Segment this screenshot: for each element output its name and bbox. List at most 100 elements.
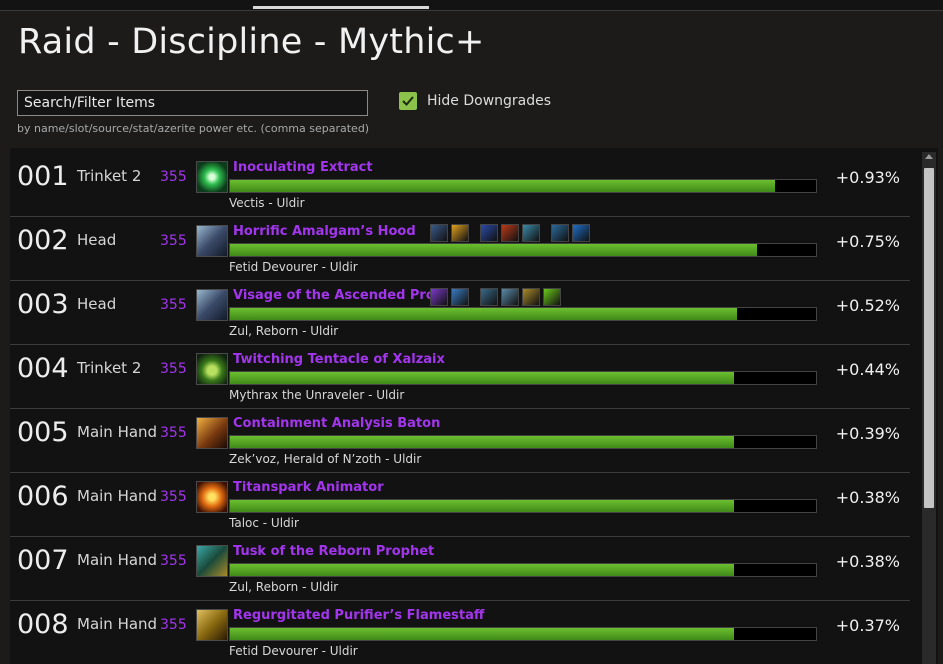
upgrade-bar-fill (230, 308, 737, 320)
scrollbar[interactable] (922, 152, 936, 664)
upgrade-percent: +0.37% (835, 616, 900, 635)
item-row[interactable]: 007 Main Hand 355 Tusk of the Reborn Pro… (10, 536, 910, 601)
item-source: Taloc - Uldir (229, 516, 299, 530)
item-rank: 001 (17, 161, 69, 192)
azerite-trait-icon[interactable] (430, 224, 448, 242)
item-name-link[interactable]: Horrific Amalgam’s Hood (233, 224, 416, 239)
item-rank: 007 (17, 545, 69, 576)
item-row[interactable]: 003 Head 355 Visage of the Ascended Pro…… (10, 280, 910, 345)
item-slot: Head (77, 295, 117, 313)
item-row[interactable]: 004 Trinket 2 355 Twitching Tentacle of … (10, 344, 910, 409)
scrollbar-thumb[interactable] (924, 168, 934, 508)
hide-downgrades-label: Hide Downgrades (427, 93, 552, 109)
hide-downgrades-toggle[interactable]: Hide Downgrades (399, 92, 551, 110)
item-level: 355 (160, 297, 187, 313)
item-slot: Trinket 2 (77, 359, 142, 377)
trinket-icon[interactable] (196, 161, 228, 193)
upgrade-bar (229, 435, 817, 449)
helm-icon[interactable] (196, 289, 228, 321)
upgrade-percent: +0.52% (835, 296, 900, 315)
upgrade-bar (229, 371, 817, 385)
item-name-link[interactable]: Titanspark Animator (233, 480, 384, 495)
item-source: Vectis - Uldir (229, 196, 305, 210)
azerite-trait-icon[interactable] (572, 224, 590, 242)
upgrade-bar (229, 499, 817, 513)
item-source: Zul, Reborn - Uldir (229, 580, 339, 594)
item-rank: 003 (17, 289, 69, 320)
upgrade-bar-fill (230, 436, 734, 448)
item-source: Zek’voz, Herald of N’zoth - Uldir (229, 452, 422, 466)
azerite-trait-icon[interactable] (543, 288, 561, 306)
azerite-trait-icon[interactable] (522, 288, 540, 306)
azerite-traits (430, 288, 564, 306)
item-level: 355 (160, 553, 187, 569)
upgrade-bar-fill (230, 628, 734, 640)
scroll-up-arrow-icon[interactable] (925, 154, 933, 159)
tentacle-icon[interactable] (196, 353, 228, 385)
item-level: 355 (160, 425, 187, 441)
item-slot: Main Hand (77, 487, 158, 505)
upgrade-bar (229, 307, 817, 321)
search-hint: by name/slot/source/stat/azerite power e… (17, 122, 370, 135)
search-box[interactable] (17, 90, 368, 116)
upgrade-bar-fill (230, 372, 734, 384)
item-slot: Head (77, 231, 117, 249)
item-row[interactable]: 008 Main Hand 355 Regurgitated Purifier’… (10, 600, 910, 664)
item-name-link[interactable]: Visage of the Ascended Pro… (233, 288, 448, 303)
azerite-trait-icon[interactable] (501, 288, 519, 306)
upgrade-bar-fill (230, 500, 734, 512)
azerite-traits (430, 224, 593, 242)
item-rank: 006 (17, 481, 69, 512)
item-name-link[interactable]: Containment Analysis Baton (233, 416, 440, 431)
azerite-trait-icon[interactable] (501, 224, 519, 242)
mace-icon[interactable] (196, 417, 228, 449)
hide-downgrades-checkbox[interactable] (399, 92, 417, 110)
item-row[interactable]: 006 Main Hand 355 Titanspark Animator Ta… (10, 472, 910, 537)
item-name-link[interactable]: Twitching Tentacle of Xalzaix (233, 352, 445, 367)
upgrade-bar-fill (230, 564, 734, 576)
item-list: 001 Trinket 2 355 Inoculating Extract Ve… (10, 148, 938, 664)
azerite-trait-icon[interactable] (480, 224, 498, 242)
upgrade-bar-fill (230, 244, 758, 256)
azerite-trait-icon[interactable] (430, 288, 448, 306)
upgrade-bar (229, 563, 817, 577)
upgrade-percent: +0.38% (835, 488, 900, 507)
upgrade-percent: +0.38% (835, 552, 900, 571)
page-title: Raid - Discipline - Mythic+ (18, 22, 485, 62)
azerite-trait-icon[interactable] (451, 288, 469, 306)
upgrade-bar (229, 179, 817, 193)
item-rank: 004 (17, 353, 69, 384)
upgrade-percent: +0.39% (835, 424, 900, 443)
item-level: 355 (160, 361, 187, 377)
item-source: Mythrax the Unraveler - Uldir (229, 388, 405, 402)
staff-icon[interactable] (196, 609, 228, 641)
item-row[interactable]: 001 Trinket 2 355 Inoculating Extract Ve… (10, 152, 910, 217)
item-name-link[interactable]: Regurgitated Purifier’s Flamestaff (233, 608, 484, 623)
item-row[interactable]: 005 Main Hand 355 Containment Analysis B… (10, 408, 910, 473)
item-row[interactable]: 002 Head 355 Horrific Amalgam’s Hood Fet… (10, 216, 910, 281)
item-level: 355 (160, 489, 187, 505)
upgrade-bar (229, 627, 817, 641)
orb-icon[interactable] (196, 481, 228, 513)
upgrade-percent: +0.75% (835, 232, 900, 251)
azerite-trait-icon[interactable] (451, 224, 469, 242)
azerite-trait-icon[interactable] (480, 288, 498, 306)
upgrade-bar (229, 243, 817, 257)
item-name-link[interactable]: Inoculating Extract (233, 160, 373, 175)
top-tab-bar (0, 0, 943, 11)
item-level: 355 (160, 169, 187, 185)
search-input[interactable] (18, 91, 367, 115)
upgrade-bar-fill (230, 180, 775, 192)
tusk-icon[interactable] (196, 545, 228, 577)
helm-icon[interactable] (196, 225, 228, 257)
item-name-link[interactable]: Tusk of the Reborn Prophet (233, 544, 434, 559)
checkmark-icon (402, 96, 414, 106)
upgrade-percent: +0.93% (835, 168, 900, 187)
item-rank: 002 (17, 225, 69, 256)
azerite-trait-icon[interactable] (551, 224, 569, 242)
active-tab-indicator[interactable] (253, 6, 429, 9)
item-source: Fetid Devourer - Uldir (229, 644, 358, 658)
azerite-trait-icon[interactable] (522, 224, 540, 242)
item-source: Fetid Devourer - Uldir (229, 260, 358, 274)
item-level: 355 (160, 617, 187, 633)
